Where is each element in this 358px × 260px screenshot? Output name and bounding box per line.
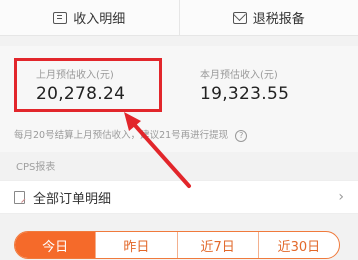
tab-yesterday[interactable]: 昨日	[95, 232, 176, 258]
date-range-tabs: 今日 昨日 近7日 近30日	[14, 231, 340, 259]
this-month-income-label: 本月预估收入(元)	[200, 70, 278, 81]
section-label: CPS报表	[16, 162, 56, 173]
mail-icon	[232, 11, 247, 24]
settlement-note: 每月20号结算上月预估收入，建议21号再进行提现 ?	[14, 127, 344, 142]
tab-last-7-days[interactable]: 近7日	[176, 232, 258, 258]
highlight-annotation-box	[14, 58, 162, 112]
income-icon	[53, 11, 68, 24]
cps-income-page: 收入明细 退税报备 上月预估收入(元) 20,278.24 本月预估收入(元) …	[0, 0, 358, 260]
top-action-bar: 收入明细 退税报备	[0, 0, 358, 36]
tax-report-label: 退税报备	[252, 12, 305, 27]
chevron-right-icon: ›	[338, 189, 344, 205]
document-edit-icon	[14, 190, 25, 204]
tab-last-30-days[interactable]: 近30日	[257, 232, 339, 258]
help-icon[interactable]: ?	[235, 130, 248, 142]
income-detail-label: 收入明细	[73, 12, 126, 27]
all-orders-row[interactable]: 全部订单明细 ›	[0, 180, 358, 214]
settlement-note-text: 每月20号结算上月预估收入，建议21号再进行提现	[14, 130, 229, 141]
tax-report-button[interactable]: 退税报备	[178, 0, 358, 35]
income-detail-button[interactable]: 收入明细	[0, 0, 179, 35]
this-month-income-value: 19,323.55	[200, 84, 290, 104]
all-orders-label: 全部订单明细	[33, 191, 112, 207]
tab-today[interactable]: 今日	[15, 232, 96, 258]
